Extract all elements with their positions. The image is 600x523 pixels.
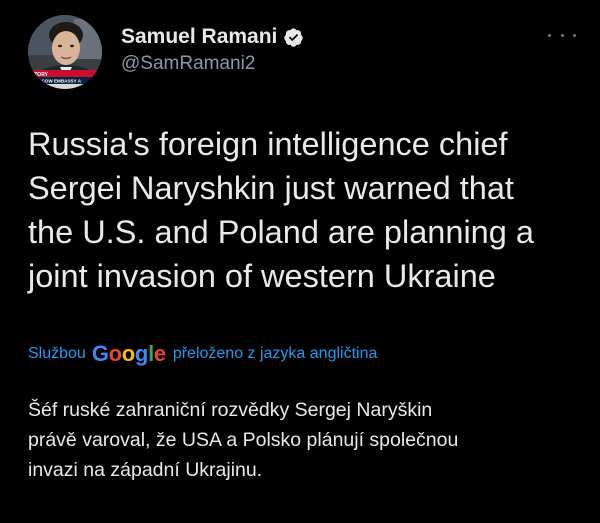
author-name-row: Samuel Ramani xyxy=(121,24,304,50)
author-handle[interactable]: @SamRamani2 xyxy=(121,53,255,75)
google-logo-letter: e xyxy=(153,341,166,366)
tweet-text: Russia's foreign intelligence chief Serg… xyxy=(28,126,534,294)
tweet-card: STORY MOSCOW EMBASSY A Samuel Ramani @Sa… xyxy=(0,0,600,523)
google-logo-letter: o xyxy=(121,341,135,366)
translated-text: Šéf ruské zahraniční rozvědky Sergej Nar… xyxy=(28,399,459,481)
author-name[interactable]: Samuel Ramani xyxy=(121,25,277,49)
verified-badge-icon xyxy=(283,27,304,48)
avatar[interactable]: STORY MOSCOW EMBASSY A xyxy=(28,15,102,89)
more-options-icon[interactable] xyxy=(548,27,576,43)
google-logo-letter: G xyxy=(91,341,109,366)
avatar-caption-top: STORY xyxy=(31,72,49,78)
avatar-image: STORY MOSCOW EMBASSY A xyxy=(28,15,102,89)
translation-suffix[interactable]: přeloženo z jazyka angličtina xyxy=(173,345,378,363)
avatar-caption-bottom: MOSCOW EMBASSY A xyxy=(31,79,82,84)
translation-attribution[interactable]: Službou Google přeloženo z jazyka anglič… xyxy=(28,341,377,367)
translation-prefix: Službou xyxy=(28,345,86,362)
google-logo-letter: g xyxy=(134,341,149,366)
google-logo: Google xyxy=(92,341,166,367)
google-logo-letter: o xyxy=(108,341,122,366)
